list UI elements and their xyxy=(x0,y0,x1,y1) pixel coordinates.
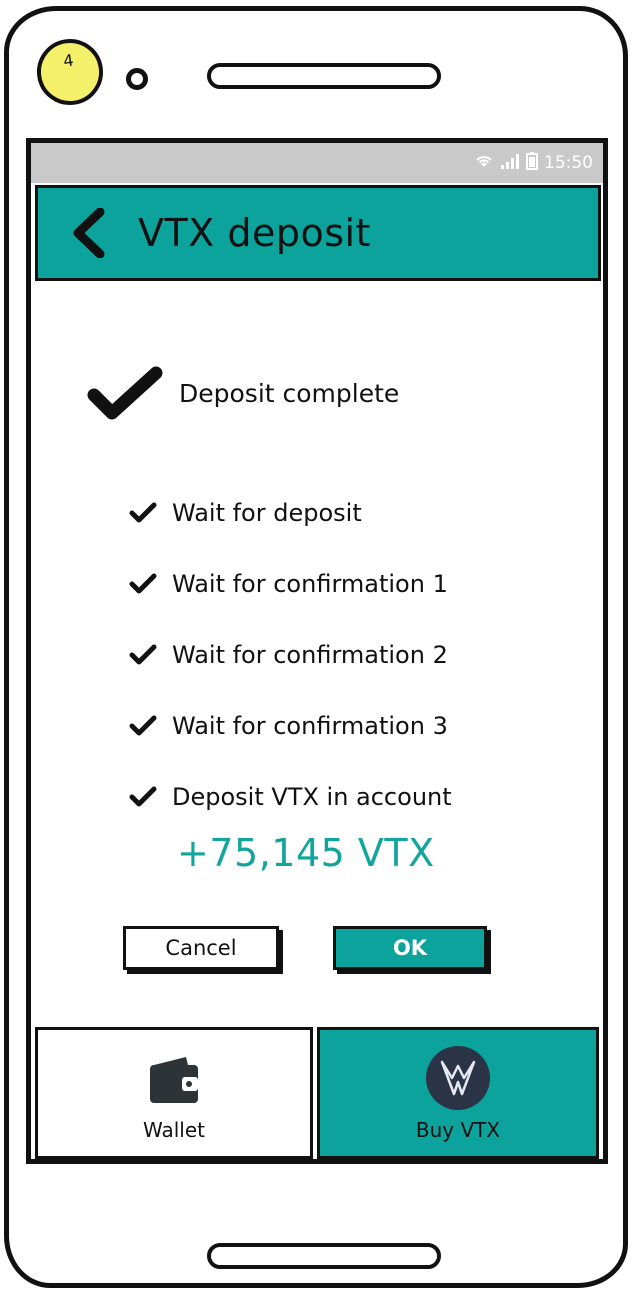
step-item: Wait for deposit xyxy=(128,477,452,548)
battery-icon xyxy=(526,152,538,174)
camera-dot xyxy=(126,68,148,90)
speaker-grille xyxy=(207,63,441,89)
step-label: Wait for confirmation 3 xyxy=(172,711,448,740)
step-item: Wait for confirmation 3 xyxy=(128,690,452,761)
home-button[interactable] xyxy=(207,1243,441,1269)
status-bar: 15:50 xyxy=(31,143,603,183)
step-item: Deposit VTX in account xyxy=(128,761,452,832)
annotation-badge: 4 xyxy=(32,34,108,110)
deposit-content: Deposit complete Wait for deposit Wait f… xyxy=(31,283,603,1027)
app-header: VTX deposit xyxy=(35,185,601,281)
bottom-tab-bar: Wallet Buy VTX xyxy=(31,1027,603,1159)
step-label: Wait for confirmation 1 xyxy=(172,569,448,598)
step-label: Wait for confirmation 2 xyxy=(172,640,448,669)
tab-buy-vtx[interactable]: Buy VTX xyxy=(317,1027,599,1159)
annotation-number: 4 xyxy=(62,50,75,71)
signal-icon xyxy=(500,153,520,173)
chevron-left-icon[interactable] xyxy=(70,206,110,260)
step-item: Wait for confirmation 2 xyxy=(128,619,452,690)
check-icon xyxy=(128,785,158,809)
vtx-logo-icon xyxy=(424,1044,492,1112)
cancel-button[interactable]: Cancel xyxy=(123,926,279,970)
deposit-amount: +75,145 VTX xyxy=(177,831,435,875)
check-icon xyxy=(128,501,158,525)
step-label: Deposit VTX in account xyxy=(172,782,452,811)
status-time: 15:50 xyxy=(544,153,593,173)
ok-button[interactable]: OK xyxy=(333,926,487,970)
page-title: VTX deposit xyxy=(138,211,371,255)
check-icon xyxy=(128,572,158,596)
phone-screen: 15:50 VTX deposit Deposit complete Wait … xyxy=(26,138,608,1164)
tab-wallet[interactable]: Wallet xyxy=(35,1027,313,1159)
checkmark-icon xyxy=(86,365,166,429)
step-label: Wait for deposit xyxy=(172,498,362,527)
tab-wallet-label: Wallet xyxy=(142,1118,205,1142)
check-icon xyxy=(128,643,158,667)
wallet-icon xyxy=(146,1052,202,1108)
tab-buy-vtx-label: Buy VTX xyxy=(415,1118,501,1142)
step-item: Wait for confirmation 1 xyxy=(128,548,452,619)
wifi-icon xyxy=(474,153,494,173)
step-list: Wait for deposit Wait for confirmation 1… xyxy=(128,477,452,832)
check-icon xyxy=(128,714,158,738)
deposit-status: Deposit complete xyxy=(179,379,400,408)
